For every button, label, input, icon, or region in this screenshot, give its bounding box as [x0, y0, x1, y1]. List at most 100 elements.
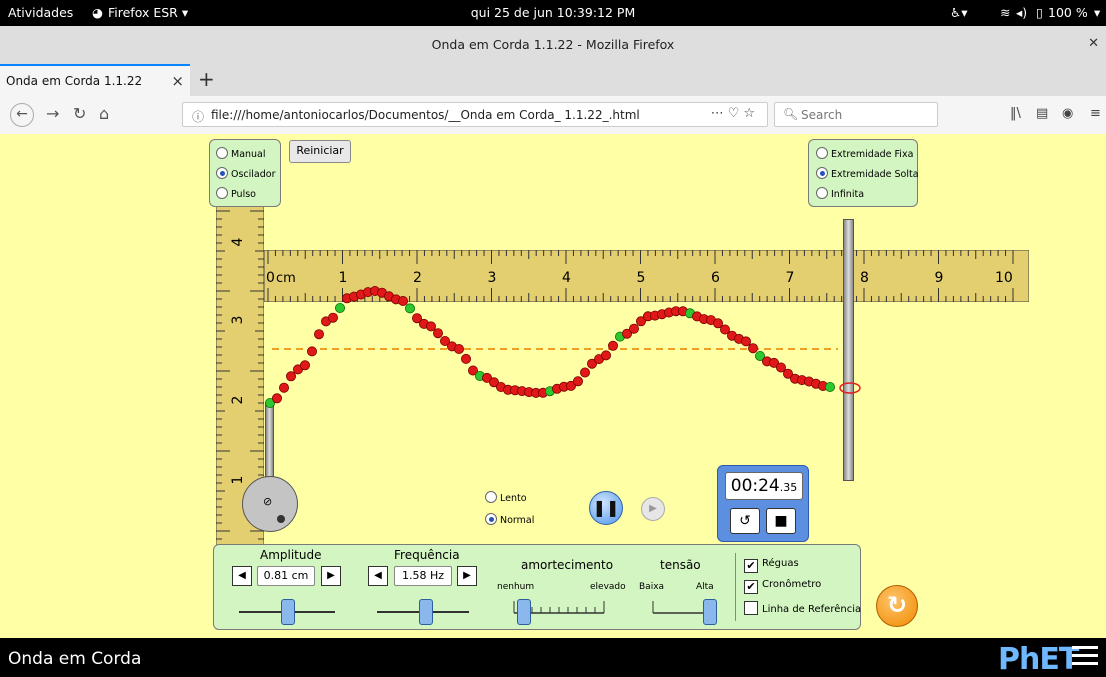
battery-level: 100 %: [1048, 5, 1088, 20]
close-window-icon[interactable]: ✕: [1088, 36, 1099, 51]
info-icon[interactable]: ⓘ: [192, 108, 204, 125]
tab-label: Onda em Corda 1.1.22: [6, 74, 143, 88]
reload-icon[interactable]: ↻: [73, 104, 86, 123]
tab-strip: Onda em Corda 1.1.22 × +: [0, 64, 1106, 96]
frequency-value: 1.58 Hz: [394, 566, 452, 586]
string-bead: [334, 302, 345, 313]
control-panel: Amplitude ◀ 0.81 cm ▶ Frequência ◀ 1.58 …: [213, 544, 861, 630]
tension-max-label: Alta: [696, 582, 714, 592]
rulers-checkbox[interactable]: ✔ Réguas: [744, 558, 799, 573]
clock[interactable]: qui 25 de jun 10:39:12 PM: [0, 5, 1106, 20]
tab-onda-em-corda[interactable]: Onda em Corda 1.1.22 ×: [0, 64, 190, 96]
stopwatch-display: 00:24.35: [725, 472, 803, 500]
search-placeholder: Search: [801, 108, 843, 122]
checkbox-label: Linha de Referência: [762, 604, 862, 615]
checkbox-box: ✔: [744, 580, 758, 594]
amplitude-increase-button[interactable]: ▶: [321, 566, 341, 586]
battery-icon: ▯: [1036, 5, 1043, 20]
amplitude-value: 0.81 cm: [257, 566, 315, 586]
new-tab-icon[interactable]: +: [198, 67, 215, 91]
string-bead: [327, 312, 338, 323]
speed-normal-radio[interactable]: Normal: [485, 513, 534, 526]
account-icon[interactable]: ◉: [1062, 106, 1073, 121]
window-title-bar: Onda em Corda 1.1.22 - Mozilla Firefox ✕: [0, 26, 1106, 65]
checkbox-label: Cronômetro: [762, 579, 822, 590]
home-icon[interactable]: ⌂: [99, 104, 109, 123]
amplitude-title: Amplitude: [260, 548, 322, 562]
frequency-increase-button[interactable]: ▶: [457, 566, 477, 586]
url-bar[interactable]: ⓘ file:///home/antoniocarlos/Documentos/…: [182, 102, 768, 127]
string-bead: [748, 343, 759, 354]
checkbox-box: [744, 601, 758, 615]
pause-button[interactable]: ❚❚: [589, 491, 623, 525]
damping-max-label: elevado: [590, 582, 626, 592]
stopwatch-reset-icon[interactable]: ↺: [730, 508, 760, 534]
frequency-decrease-button[interactable]: ◀: [368, 566, 388, 586]
string-bead: [425, 321, 436, 332]
frequency-title: Frequência: [394, 548, 460, 562]
sidebar-icon[interactable]: ▤: [1036, 106, 1048, 121]
string-bead: [601, 350, 612, 361]
forward-arrow-icon[interactable]: →: [46, 104, 59, 123]
stopwatch-checkbox[interactable]: ✔ Cronômetro: [744, 579, 821, 594]
radio-label: Lento: [500, 493, 527, 504]
radio-label: Normal: [500, 515, 535, 526]
simulation-area: 4 3 2 1 Manual Oscilador Pulso Reiniciar…: [0, 134, 1106, 638]
stopwatch-fraction: .35: [779, 481, 798, 494]
search-input[interactable]: 🔍︎ Search: [774, 102, 938, 127]
damping-title: amortecimento: [521, 558, 614, 572]
string-bead: [397, 295, 408, 306]
string-bead: [741, 336, 752, 347]
library-icon[interactable]: ‖\: [1010, 106, 1021, 121]
window-title: Onda em Corda 1.1.22 - Mozilla Firefox: [431, 37, 675, 52]
speed-lento-radio[interactable]: Lento: [485, 491, 527, 504]
volume-icon: ◂): [1016, 5, 1028, 20]
step-button[interactable]: ▶: [641, 497, 665, 521]
page-actions-icons[interactable]: ⋯♡☆: [711, 106, 759, 121]
amplitude-decrease-button[interactable]: ◀: [232, 566, 252, 586]
frequency-slider-thumb[interactable]: [418, 599, 433, 625]
divider: [735, 553, 736, 621]
radio-circle: [485, 513, 497, 525]
stopwatch[interactable]: 00:24.35 ↺ ■: [717, 465, 809, 542]
string-bead: [580, 367, 591, 378]
string-bead: [306, 346, 317, 357]
string-bead: [299, 360, 310, 371]
back-arrow-icon[interactable]: ←: [10, 103, 34, 127]
close-tab-icon[interactable]: ×: [171, 72, 184, 90]
string-bead: [432, 328, 443, 339]
wifi-icon: ≋: [1000, 5, 1011, 20]
accessibility-icon[interactable]: ♿▾: [950, 5, 967, 20]
stopwatch-time: 00:24: [730, 476, 780, 496]
phet-logo[interactable]: PhET: [998, 642, 1079, 677]
string-bead: [313, 329, 324, 340]
damping-slider-thumb[interactable]: [517, 599, 531, 625]
damping-min-label: nenhum: [497, 582, 535, 592]
string-bead: [285, 371, 296, 382]
phet-footer: Onda em Corda PhET: [0, 638, 1106, 677]
sim-title: Onda em Corda: [8, 649, 142, 669]
search-icon: 🔍︎: [783, 107, 799, 121]
tension-slider-thumb[interactable]: [703, 599, 717, 625]
url-text: file:///home/antoniocarlos/Documentos/__…: [211, 108, 640, 122]
system-top-bar: Atividades ◕ Firefox ESR ▾ qui 25 de jun…: [0, 0, 1106, 26]
hamburger-menu-icon[interactable]: ≡: [1090, 106, 1101, 121]
string-bead: [453, 343, 464, 354]
phet-menu-icon[interactable]: [1072, 646, 1098, 668]
tension-min-label: Baixa: [639, 582, 665, 592]
amplitude-slider-thumb[interactable]: [281, 599, 295, 625]
end-ring: [839, 382, 861, 394]
checkbox-box: ✔: [744, 559, 758, 573]
tension-title: tensão: [660, 558, 701, 572]
stopwatch-stop-icon[interactable]: ■: [766, 508, 796, 534]
string-bead: [278, 382, 289, 393]
string-bead: [271, 393, 282, 404]
string-bead: [404, 303, 415, 314]
string-bead: [460, 353, 471, 364]
navigation-bar: ← → ↻ ⌂ ⓘ file:///home/antoniocarlos/Doc…: [0, 96, 1106, 135]
system-menu-arrow-icon[interactable]: ▾: [1094, 5, 1100, 20]
string-bead: [608, 340, 619, 351]
string-bead: [629, 323, 640, 334]
reset-all-icon[interactable]: ↻: [876, 585, 918, 627]
reference-line-checkbox[interactable]: Linha de Referência: [744, 601, 861, 615]
